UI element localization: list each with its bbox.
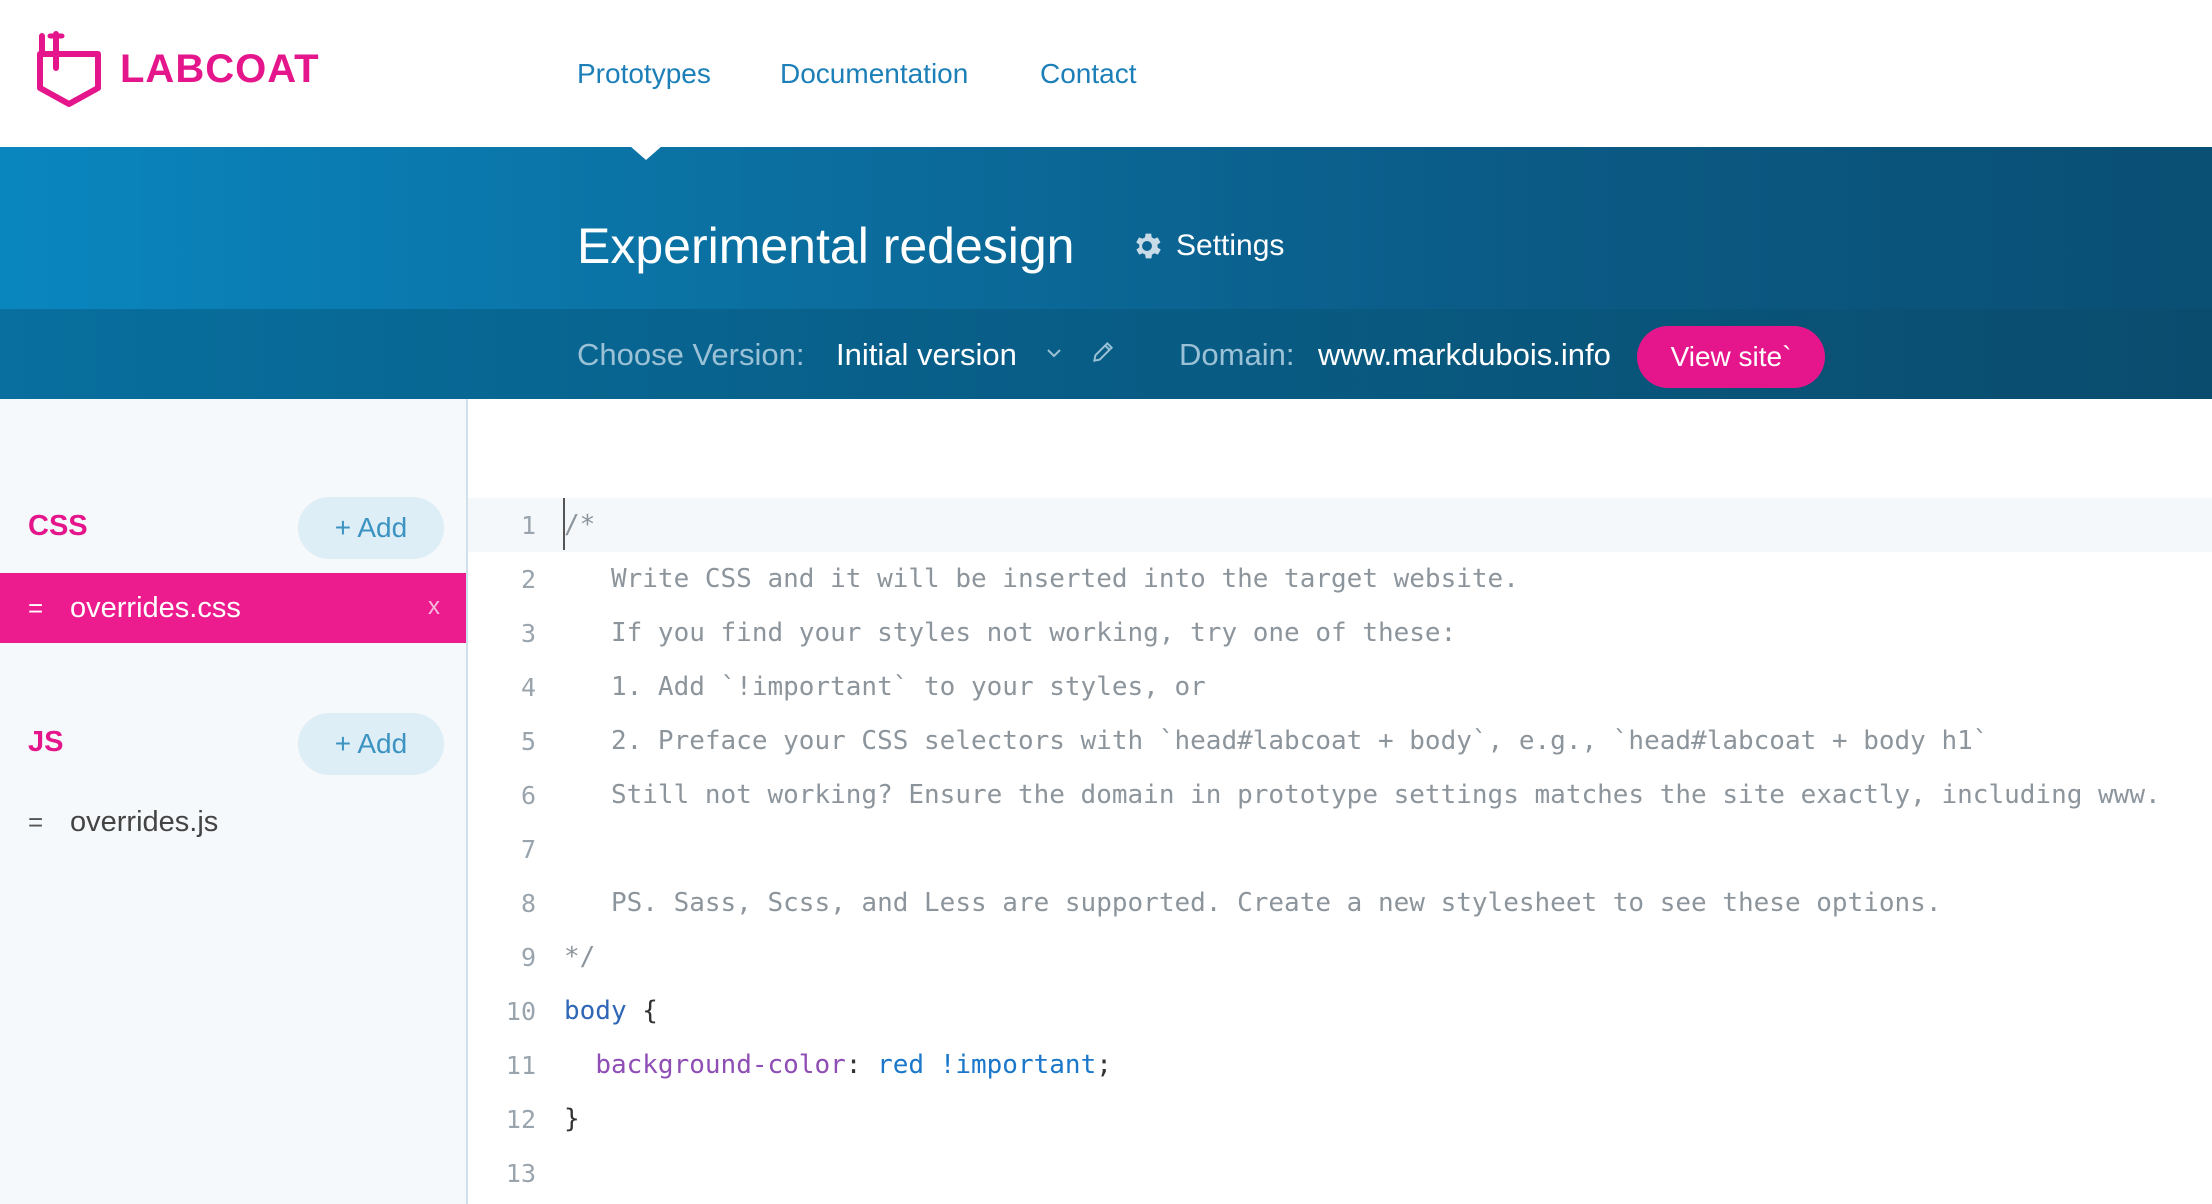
code-text: Write CSS and it will be inserted into t…: [564, 564, 1519, 594]
code-text: 2. Preface your CSS selectors with `head…: [564, 726, 1989, 756]
code-text: */: [564, 942, 596, 972]
nav-documentation[interactable]: Documentation: [780, 58, 968, 90]
logo-text: LABCOAT: [120, 46, 320, 91]
file-item-overrides-js[interactable]: = overrides.js: [0, 787, 466, 857]
line-number: 12: [505, 1104, 536, 1134]
css-property: background-color: [595, 1050, 846, 1080]
semicolon: ;: [1096, 1050, 1112, 1080]
pencil-icon[interactable]: [1090, 339, 1116, 365]
chevron-down-icon[interactable]: [1046, 345, 1062, 361]
code-text: /*: [564, 510, 596, 540]
page-title: Experimental redesign: [577, 218, 1075, 274]
file-name: overrides.js: [70, 805, 219, 838]
settings-label: Settings: [1176, 229, 1285, 262]
line-number: 7: [520, 834, 536, 864]
close-brace: }: [564, 1104, 580, 1134]
prototype-header: Experimental redesign Settings: [0, 147, 2212, 309]
nav-prototypes[interactable]: Prototypes: [577, 58, 711, 90]
line-number: 1: [520, 510, 536, 540]
line-number: 3: [520, 618, 536, 648]
add-css-button[interactable]: + Add: [298, 497, 444, 559]
close-icon[interactable]: x: [428, 593, 440, 621]
css-value: red !important: [877, 1050, 1097, 1080]
code-line: 4 1. Add `!important` to your styles, or: [468, 660, 2212, 714]
line-number: 10: [505, 996, 536, 1026]
code-text: PS. Sass, Scss, and Less are supported. …: [564, 888, 1942, 918]
css-section-title: CSS: [28, 510, 88, 542]
code-line: 11 background-color: red !important;: [468, 1038, 2212, 1092]
version-bar: Choose Version: Initial version Domain: …: [0, 309, 2212, 399]
code-line: 10 body {: [468, 984, 2212, 1038]
drag-handle-icon[interactable]: =: [28, 593, 50, 624]
code-text: Still not working? Ensure the domain in …: [564, 780, 2161, 810]
line-number: 11: [505, 1050, 536, 1080]
drag-handle-icon[interactable]: =: [28, 807, 50, 838]
nav-contact[interactable]: Contact: [1040, 58, 1137, 90]
labcoat-logo-icon: [37, 31, 101, 107]
code-line: 1 /*: [468, 498, 2212, 552]
js-section-title: JS: [28, 726, 64, 758]
code-line: 12 }: [468, 1092, 2212, 1146]
code-line: 13: [468, 1146, 2212, 1200]
code-editor[interactable]: 1 /* 2 Write CSS and it will be inserted…: [468, 399, 2212, 1204]
css-selector: body: [564, 996, 627, 1026]
code-line: 3 If you find your styles not working, t…: [468, 606, 2212, 660]
version-label: Choose Version:: [577, 337, 805, 372]
text-cursor: [563, 498, 565, 550]
top-navigation: LABCOAT Prototypes Documentation Contact: [0, 0, 2212, 147]
gear-icon: [1136, 233, 1161, 259]
file-sidebar: CSS + Add = overrides.css x JS + Add = o…: [0, 399, 468, 1204]
active-nav-caret: [630, 146, 662, 160]
domain-value: www.markdubois.info: [1318, 337, 1611, 372]
code-line: 8 PS. Sass, Scss, and Less are supported…: [468, 876, 2212, 930]
line-number: 8: [520, 888, 536, 918]
line-number: 2: [520, 564, 536, 594]
view-site-button[interactable]: View site`: [1637, 326, 1825, 388]
line-number: 13: [505, 1158, 536, 1188]
code-line: 7: [468, 822, 2212, 876]
open-brace: {: [642, 996, 658, 1026]
code-text: 1. Add `!important` to your styles, or: [564, 672, 1206, 702]
version-select[interactable]: Initial version: [836, 337, 1017, 373]
code-line: 9 */: [468, 930, 2212, 984]
logo[interactable]: LABCOAT: [30, 28, 320, 110]
code-line: 2 Write CSS and it will be inserted into…: [468, 552, 2212, 606]
line-number: 5: [520, 726, 536, 756]
add-js-button[interactable]: + Add: [298, 713, 444, 775]
file-name: overrides.css: [70, 591, 241, 624]
line-number: 6: [520, 780, 536, 810]
code-text: If you find your styles not working, try…: [564, 618, 1457, 648]
colon: :: [845, 1050, 862, 1080]
settings-button[interactable]: Settings: [1130, 229, 1284, 263]
code-line: 5 2. Preface your CSS selectors with `he…: [468, 714, 2212, 768]
domain-label: Domain:: [1179, 337, 1295, 372]
code-line: 6 Still not working? Ensure the domain i…: [468, 768, 2212, 822]
line-number: 4: [520, 672, 536, 702]
file-item-overrides-css[interactable]: = overrides.css x: [0, 573, 466, 643]
line-number: 9: [520, 942, 536, 972]
